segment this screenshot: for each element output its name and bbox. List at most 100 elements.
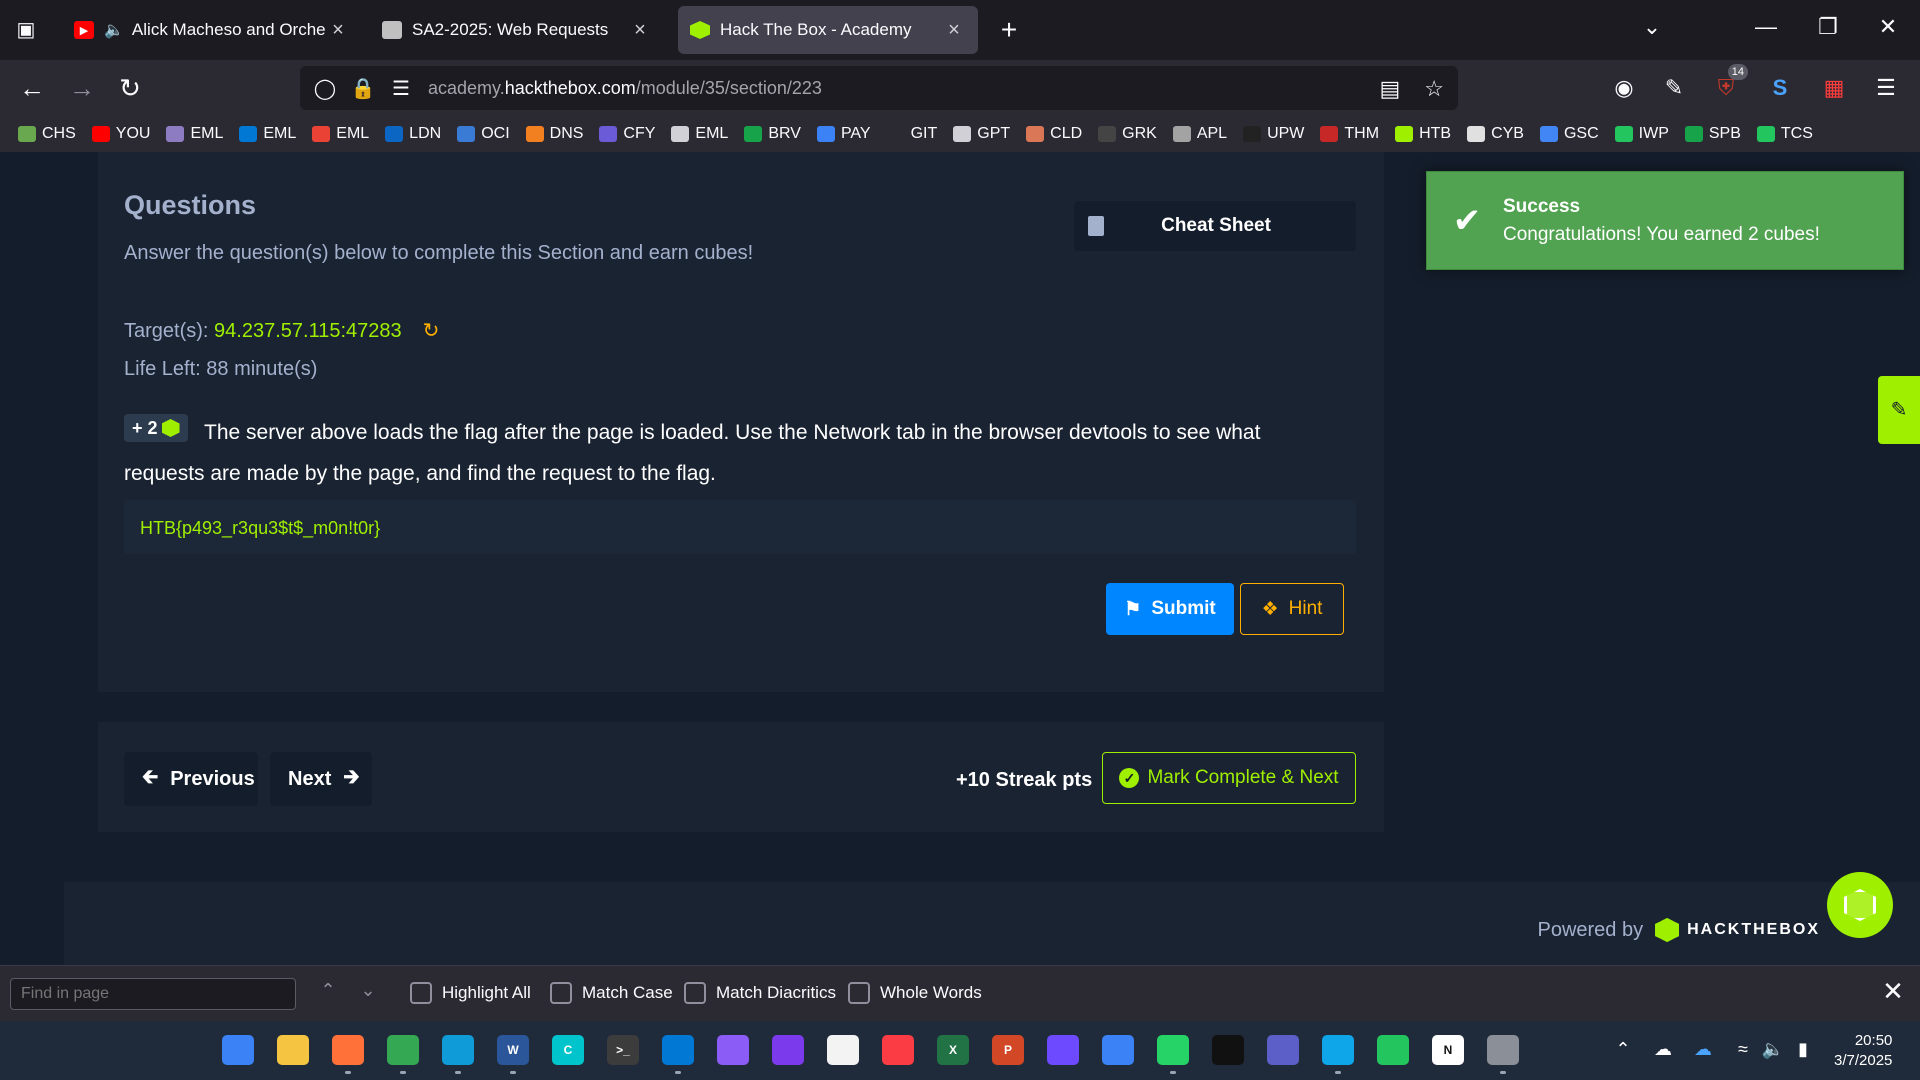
match-case-checkbox[interactable]: Match Case — [550, 982, 673, 1004]
close-window-icon[interactable]: ✕ — [1868, 14, 1908, 40]
reader-view-icon[interactable]: ▤ — [1379, 76, 1400, 102]
show-hidden-icons-chevron-icon[interactable]: ⌃ — [1610, 1039, 1636, 1060]
edit-side-tab-icon[interactable]: ✎ — [1878, 376, 1920, 444]
edge-icon[interactable] — [442, 1035, 474, 1065]
volume-icon[interactable]: 🔈 — [1760, 1039, 1786, 1060]
url-text[interactable]: academy.hackthebox.com/module/35/section… — [428, 78, 822, 99]
itunes-icon[interactable] — [882, 1035, 914, 1065]
reset-target-icon[interactable]: ↻ — [420, 320, 442, 342]
bookmark-eml[interactable]: EML — [312, 125, 369, 143]
close-tab-icon[interactable]: × — [942, 19, 966, 42]
audio-icon[interactable]: 🔈 — [104, 20, 124, 40]
ublock-icon[interactable]: ⛨ 14 — [1710, 64, 1748, 104]
bookmark-you[interactable]: YOU — [91, 125, 150, 143]
bookmark-dns[interactable]: DNS — [525, 125, 583, 143]
tracking-shield-icon[interactable]: ◯ — [312, 76, 338, 101]
store-icon[interactable] — [827, 1035, 859, 1065]
powerpoint-icon[interactable]: P — [992, 1035, 1024, 1065]
previous-button[interactable]: 🡰 Previous — [124, 752, 258, 806]
extension-red-icon[interactable]: ▦ — [1818, 72, 1850, 104]
submit-button[interactable]: ⚑ Submit — [1106, 583, 1234, 635]
start-icon[interactable] — [222, 1035, 254, 1065]
bookmark-oci[interactable]: OCI — [457, 125, 510, 143]
system-clock[interactable]: 20:50 3/7/2025 — [1834, 1031, 1892, 1071]
bookmark-cld[interactable]: CLD — [1026, 125, 1082, 143]
onedrive-icon[interactable]: ☁ — [1690, 1039, 1716, 1060]
chrome-icon[interactable] — [387, 1035, 419, 1065]
bookmark-eml[interactable]: EML — [239, 125, 296, 143]
bookmark-eml[interactable]: EML — [166, 125, 223, 143]
bookmark-cyb[interactable]: CYB — [1467, 125, 1524, 143]
bookmark-star-icon[interactable]: ☆ — [1424, 76, 1444, 102]
close-tab-icon[interactable]: × — [628, 19, 652, 42]
bookmark-chs[interactable]: CHS — [18, 125, 76, 143]
extension-s-icon[interactable]: S — [1764, 72, 1796, 104]
find-next-icon[interactable]: ⌄ — [356, 980, 380, 1001]
proton-vpn-icon[interactable] — [1047, 1035, 1079, 1065]
virtualbox-icon[interactable] — [1377, 1035, 1409, 1065]
find-previous-icon[interactable]: ⌃ — [316, 980, 340, 1001]
teams-icon[interactable] — [1267, 1035, 1299, 1065]
tab-sa2[interactable]: SA2-2025: Web Requests × — [370, 6, 664, 54]
back-icon[interactable]: ← — [14, 70, 50, 106]
target-ip[interactable]: 94.237.57.115:47283 — [214, 320, 402, 342]
menu-icon[interactable]: ☰ — [1870, 72, 1902, 104]
url-bar[interactable]: ◯ 🔒 ☰ academy.hackthebox.com/module/35/s… — [300, 66, 1458, 110]
minimize-icon[interactable]: — — [1746, 14, 1786, 40]
vscode-icon[interactable] — [662, 1035, 694, 1065]
site-permissions-icon[interactable]: ☰ — [388, 76, 414, 101]
tab-youtube[interactable]: ▶ 🔈 Alick Macheso and Orchestra × — [62, 6, 362, 54]
find-input[interactable] — [10, 978, 296, 1010]
reload-icon[interactable]: ↻ — [112, 70, 148, 106]
highlight-all-checkbox[interactable]: Highlight All — [410, 982, 531, 1004]
bookmark-htb[interactable]: HTB — [1395, 125, 1451, 143]
htb-assistant-button[interactable] — [1827, 872, 1893, 938]
cheat-sheet-button[interactable]: Cheat Sheet — [1074, 201, 1356, 251]
excel-icon[interactable]: X — [937, 1035, 969, 1065]
whatsapp-icon[interactable] — [1157, 1035, 1189, 1065]
hint-button[interactable]: ❖ Hint — [1240, 583, 1344, 635]
bookmark-upw[interactable]: UPW — [1243, 125, 1304, 143]
bookmark-git[interactable]: GIT — [886, 125, 937, 143]
wifi-icon[interactable]: ≈ — [1730, 1039, 1756, 1060]
close-find-bar-icon[interactable]: ✕ — [1878, 976, 1908, 1007]
mark-complete-button[interactable]: ✓ Mark Complete & Next — [1102, 752, 1356, 804]
tab-htb-academy[interactable]: Hack The Box - Academy × — [678, 6, 978, 54]
bookmark-thm[interactable]: THM — [1320, 125, 1379, 143]
forward-icon[interactable]: → — [64, 70, 100, 106]
htb-logo[interactable]: HACKTHEBOX — [1655, 918, 1820, 942]
bookmark-iwp[interactable]: IWP — [1614, 125, 1669, 143]
bookmark-tcs[interactable]: TCS — [1756, 125, 1813, 143]
bookmark-spb[interactable]: SPB — [1684, 125, 1741, 143]
notepad-plus-icon[interactable] — [1102, 1035, 1134, 1065]
bookmark-gsc[interactable]: GSC — [1539, 125, 1599, 143]
next-button[interactable]: Next 🡲 — [270, 752, 372, 806]
tab-overview-icon[interactable]: ▣ — [12, 16, 40, 44]
obsidian-icon[interactable] — [772, 1035, 804, 1065]
extension-ghost-icon[interactable]: ◉ — [1608, 72, 1640, 104]
whole-words-checkbox[interactable]: Whole Words — [848, 982, 982, 1004]
bookmark-apl[interactable]: APL — [1172, 125, 1227, 143]
success-toast[interactable]: ✔ Success Congratulations! You earned 2 … — [1426, 171, 1904, 270]
snipping-icon[interactable] — [1322, 1035, 1354, 1065]
bookmark-eml[interactable]: EML — [671, 125, 728, 143]
onedrive-sync-icon[interactable]: ☁ — [1650, 1039, 1676, 1060]
notion-icon[interactable]: N — [1432, 1035, 1464, 1065]
restore-icon[interactable]: ❐ — [1808, 14, 1848, 40]
lock-icon[interactable]: 🔒 — [350, 76, 376, 101]
file-explorer-icon[interactable] — [277, 1035, 309, 1065]
canva-icon[interactable]: C — [552, 1035, 584, 1065]
battery-icon[interactable]: ▮ — [1790, 1039, 1816, 1060]
bookmark-pay[interactable]: PAY — [816, 125, 871, 143]
new-tab-icon[interactable]: + — [994, 14, 1024, 46]
word-icon[interactable]: W — [497, 1035, 529, 1065]
extensions-puzzle-icon[interactable]: ✎ — [1658, 72, 1690, 104]
bookmark-grk[interactable]: GRK — [1098, 125, 1157, 143]
settings-icon[interactable] — [1487, 1035, 1519, 1065]
close-tab-icon[interactable]: × — [326, 19, 350, 42]
bookmark-ldn[interactable]: LDN — [385, 125, 441, 143]
notepad-icon[interactable] — [717, 1035, 749, 1065]
bookmark-gpt[interactable]: GPT — [953, 125, 1010, 143]
firefox-icon[interactable] — [332, 1035, 364, 1065]
answer-input[interactable]: HTB{p493_r3qu3$t$_m0n!t0r} — [124, 500, 1356, 554]
